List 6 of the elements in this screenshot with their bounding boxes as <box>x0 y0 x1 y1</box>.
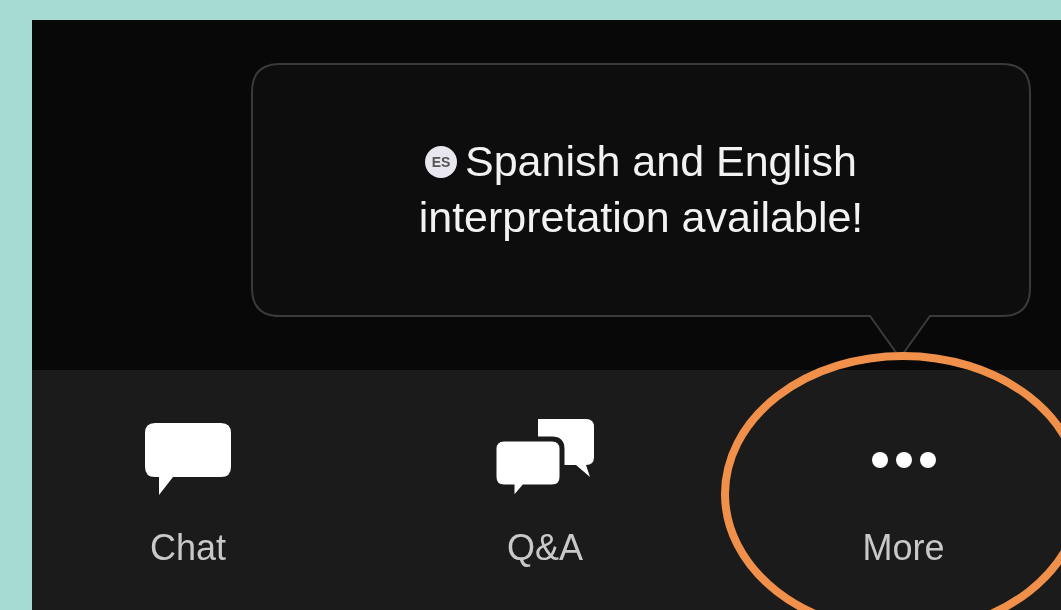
toolbar-button[interactable]: Chat <box>32 370 344 610</box>
more-icon <box>870 450 937 470</box>
toolbar-button[interactable]: Q&A <box>344 370 746 610</box>
tooltip-text: interpretation available! <box>418 192 864 243</box>
tooltip-text: Spanish and English <box>464 136 858 188</box>
toolbar-button[interactable]: More <box>746 370 1061 610</box>
